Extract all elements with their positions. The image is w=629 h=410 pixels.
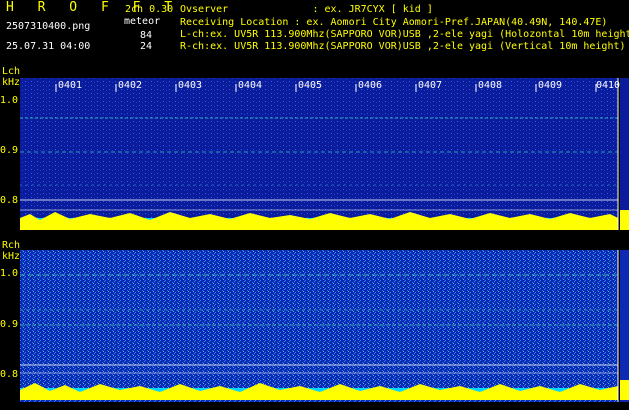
time-label-0408: 0408	[478, 80, 503, 91]
time-label-0404: 0404	[238, 80, 263, 91]
time-label-0407: 0407	[418, 80, 443, 91]
time-label-0405: 0405	[298, 80, 323, 91]
time-label-0410: 0410	[596, 80, 621, 91]
time-label-0403: 0403	[178, 80, 203, 91]
lch-spectrum	[20, 78, 629, 230]
rch-spectrum	[20, 250, 629, 402]
time-label-0402: 0402	[118, 80, 143, 91]
time-label-0406: 0406	[358, 80, 383, 91]
spectrogram-canvas	[20, 78, 629, 402]
time-label-0401: 0401	[58, 80, 83, 91]
time-label-0409: 0409	[538, 80, 563, 91]
